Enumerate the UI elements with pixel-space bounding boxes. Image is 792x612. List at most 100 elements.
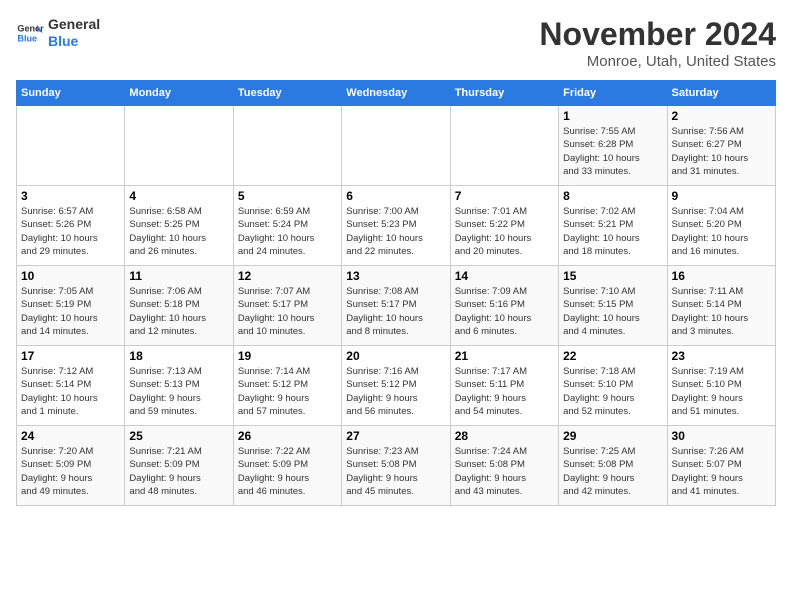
day-info: Sunrise: 7:14 AM Sunset: 5:12 PM Dayligh… (238, 365, 337, 418)
month-title: November 2024 (539, 16, 776, 53)
day-number: 19 (238, 349, 337, 363)
calendar-cell: 12 Sunrise: 7:07 AM Sunset: 5:17 PM Dayli… (233, 266, 341, 346)
calendar-cell: 23 Sunrise: 7:19 AM Sunset: 5:10 PM Dayli… (667, 346, 775, 426)
day-number: 3 (21, 189, 120, 203)
svg-text:Blue: Blue (17, 33, 37, 43)
day-info: Sunrise: 7:26 AM Sunset: 5:07 PM Dayligh… (672, 445, 771, 498)
day-info: Sunrise: 7:19 AM Sunset: 5:10 PM Dayligh… (672, 365, 771, 418)
day-number: 16 (672, 269, 771, 283)
day-info: Sunrise: 6:59 AM Sunset: 5:24 PM Dayligh… (238, 205, 337, 258)
day-number: 6 (346, 189, 445, 203)
weekday-header-thursday: Thursday (450, 81, 558, 106)
weekday-header-tuesday: Tuesday (233, 81, 341, 106)
day-info: Sunrise: 7:07 AM Sunset: 5:17 PM Dayligh… (238, 285, 337, 338)
logo: General Blue General Blue (16, 16, 100, 50)
calendar-table: SundayMondayTuesdayWednesdayThursdayFrid… (16, 80, 776, 506)
day-info: Sunrise: 6:58 AM Sunset: 5:25 PM Dayligh… (129, 205, 228, 258)
title-area: November 2024 Monroe, Utah, United State… (539, 16, 776, 70)
calendar-cell: 4 Sunrise: 6:58 AM Sunset: 5:25 PM Daylig… (125, 186, 233, 266)
day-info: Sunrise: 7:16 AM Sunset: 5:12 PM Dayligh… (346, 365, 445, 418)
calendar-cell: 17 Sunrise: 7:12 AM Sunset: 5:14 PM Dayli… (17, 346, 125, 426)
header: General Blue General Blue November 2024 … (16, 16, 776, 70)
calendar-cell (125, 106, 233, 186)
calendar-cell (233, 106, 341, 186)
calendar-cell: 7 Sunrise: 7:01 AM Sunset: 5:22 PM Daylig… (450, 186, 558, 266)
day-info: Sunrise: 7:25 AM Sunset: 5:08 PM Dayligh… (563, 445, 662, 498)
day-number: 13 (346, 269, 445, 283)
day-number: 18 (129, 349, 228, 363)
calendar-cell (342, 106, 450, 186)
calendar-cell: 20 Sunrise: 7:16 AM Sunset: 5:12 PM Dayli… (342, 346, 450, 426)
day-info: Sunrise: 7:12 AM Sunset: 5:14 PM Dayligh… (21, 365, 120, 418)
day-number: 2 (672, 109, 771, 123)
weekday-header-saturday: Saturday (667, 81, 775, 106)
day-info: Sunrise: 7:55 AM Sunset: 6:28 PM Dayligh… (563, 125, 662, 178)
logo-icon: General Blue (16, 19, 44, 47)
day-number: 25 (129, 429, 228, 443)
day-number: 24 (21, 429, 120, 443)
calendar-cell: 1 Sunrise: 7:55 AM Sunset: 6:28 PM Daylig… (559, 106, 667, 186)
calendar-cell: 19 Sunrise: 7:14 AM Sunset: 5:12 PM Dayli… (233, 346, 341, 426)
day-number: 28 (455, 429, 554, 443)
calendar-cell: 5 Sunrise: 6:59 AM Sunset: 5:24 PM Daylig… (233, 186, 341, 266)
calendar-cell (17, 106, 125, 186)
day-number: 14 (455, 269, 554, 283)
day-number: 9 (672, 189, 771, 203)
day-number: 1 (563, 109, 662, 123)
day-info: Sunrise: 7:11 AM Sunset: 5:14 PM Dayligh… (672, 285, 771, 338)
day-info: Sunrise: 7:01 AM Sunset: 5:22 PM Dayligh… (455, 205, 554, 258)
day-number: 17 (21, 349, 120, 363)
weekday-header-sunday: Sunday (17, 81, 125, 106)
weekday-header-monday: Monday (125, 81, 233, 106)
day-number: 22 (563, 349, 662, 363)
day-number: 10 (21, 269, 120, 283)
day-info: Sunrise: 7:24 AM Sunset: 5:08 PM Dayligh… (455, 445, 554, 498)
day-number: 11 (129, 269, 228, 283)
calendar-cell: 24 Sunrise: 7:20 AM Sunset: 5:09 PM Dayli… (17, 426, 125, 506)
day-number: 21 (455, 349, 554, 363)
day-number: 7 (455, 189, 554, 203)
calendar-cell: 30 Sunrise: 7:26 AM Sunset: 5:07 PM Dayli… (667, 426, 775, 506)
weekday-header-friday: Friday (559, 81, 667, 106)
day-info: Sunrise: 7:10 AM Sunset: 5:15 PM Dayligh… (563, 285, 662, 338)
day-info: Sunrise: 7:02 AM Sunset: 5:21 PM Dayligh… (563, 205, 662, 258)
location: Monroe, Utah, United States (539, 53, 776, 70)
day-number: 20 (346, 349, 445, 363)
svg-text:General: General (17, 23, 44, 33)
day-info: Sunrise: 7:08 AM Sunset: 5:17 PM Dayligh… (346, 285, 445, 338)
day-number: 26 (238, 429, 337, 443)
day-number: 27 (346, 429, 445, 443)
calendar-cell: 29 Sunrise: 7:25 AM Sunset: 5:08 PM Dayli… (559, 426, 667, 506)
day-number: 4 (129, 189, 228, 203)
day-info: Sunrise: 6:57 AM Sunset: 5:26 PM Dayligh… (21, 205, 120, 258)
day-info: Sunrise: 7:05 AM Sunset: 5:19 PM Dayligh… (21, 285, 120, 338)
day-number: 15 (563, 269, 662, 283)
calendar-cell: 28 Sunrise: 7:24 AM Sunset: 5:08 PM Dayli… (450, 426, 558, 506)
day-number: 5 (238, 189, 337, 203)
calendar-cell: 8 Sunrise: 7:02 AM Sunset: 5:21 PM Daylig… (559, 186, 667, 266)
day-info: Sunrise: 7:09 AM Sunset: 5:16 PM Dayligh… (455, 285, 554, 338)
day-number: 29 (563, 429, 662, 443)
calendar-cell: 21 Sunrise: 7:17 AM Sunset: 5:11 PM Dayli… (450, 346, 558, 426)
calendar-cell: 26Sunrise: 7:22 AM Sunset: 5:09 PM Dayli… (233, 426, 341, 506)
day-info: Sunrise: 7:20 AM Sunset: 5:09 PM Dayligh… (21, 445, 120, 498)
weekday-header-wednesday: Wednesday (342, 81, 450, 106)
day-number: 23 (672, 349, 771, 363)
calendar-cell: 18Sunrise: 7:13 AM Sunset: 5:13 PM Dayli… (125, 346, 233, 426)
calendar-cell: 9Sunrise: 7:04 AM Sunset: 5:20 PM Daylig… (667, 186, 775, 266)
calendar-cell: 25 Sunrise: 7:21 AM Sunset: 5:09 PM Dayli… (125, 426, 233, 506)
calendar-cell (450, 106, 558, 186)
day-number: 30 (672, 429, 771, 443)
calendar-cell: 13 Sunrise: 7:08 AM Sunset: 5:17 PM Dayli… (342, 266, 450, 346)
day-info: Sunrise: 7:17 AM Sunset: 5:11 PM Dayligh… (455, 365, 554, 418)
day-info: Sunrise: 7:06 AM Sunset: 5:18 PM Dayligh… (129, 285, 228, 338)
calendar-cell: 2 Sunrise: 7:56 AM Sunset: 6:27 PM Daylig… (667, 106, 775, 186)
calendar-cell: 6Sunrise: 7:00 AM Sunset: 5:23 PM Daylig… (342, 186, 450, 266)
calendar-cell: 16 Sunrise: 7:11 AM Sunset: 5:14 PM Dayli… (667, 266, 775, 346)
day-number: 8 (563, 189, 662, 203)
calendar-cell: 27Sunrise: 7:23 AM Sunset: 5:08 PM Dayli… (342, 426, 450, 506)
day-number: 12 (238, 269, 337, 283)
day-info: Sunrise: 7:21 AM Sunset: 5:09 PM Dayligh… (129, 445, 228, 498)
day-info: Sunrise: 7:56 AM Sunset: 6:27 PM Dayligh… (672, 125, 771, 178)
calendar-cell: 22Sunrise: 7:18 AM Sunset: 5:10 PM Dayli… (559, 346, 667, 426)
